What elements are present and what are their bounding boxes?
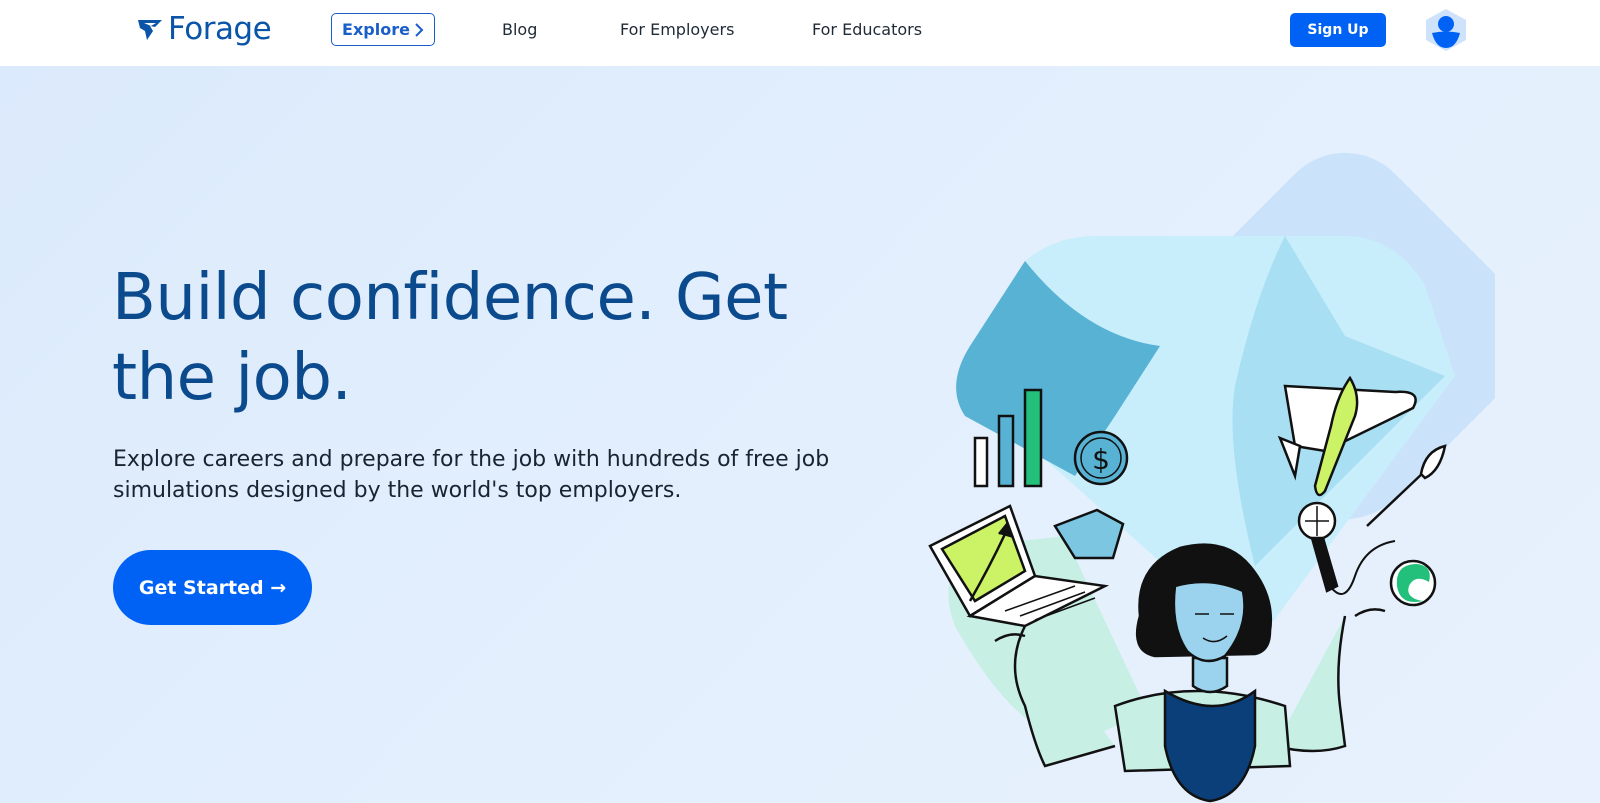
hero-headline: Build confidence. Get the job. [112,261,788,415]
nav-link-employers[interactable]: For Employers [620,20,734,39]
forage-logo-icon [138,20,162,40]
top-navigation: Forage Explore Blog For Employers For Ed… [0,0,1600,66]
explore-button[interactable]: Explore [331,13,435,46]
user-icon[interactable] [1423,8,1469,52]
nav-link-blog[interactable]: Blog [502,20,537,39]
hero-subtext: Explore careers and prepare for the job … [113,447,830,503]
hero-section: Build confidence. Get the job. Explore c… [0,66,1600,803]
dollar-coin-icon: $ [1073,430,1129,486]
paint-swatch-icon [1389,559,1437,607]
get-started-button[interactable]: Get Started → [113,550,312,625]
svg-text:$: $ [1092,443,1110,476]
logo-text: Forage [168,10,272,47]
nav-link-educators[interactable]: For Educators [812,20,922,39]
chevron-right-icon [415,22,424,37]
forage-logo[interactable]: Forage [136,10,272,49]
sign-up-button[interactable]: Sign Up [1290,13,1386,47]
hero-illustration: $ [928,152,1495,803]
explore-label: Explore [342,20,410,39]
